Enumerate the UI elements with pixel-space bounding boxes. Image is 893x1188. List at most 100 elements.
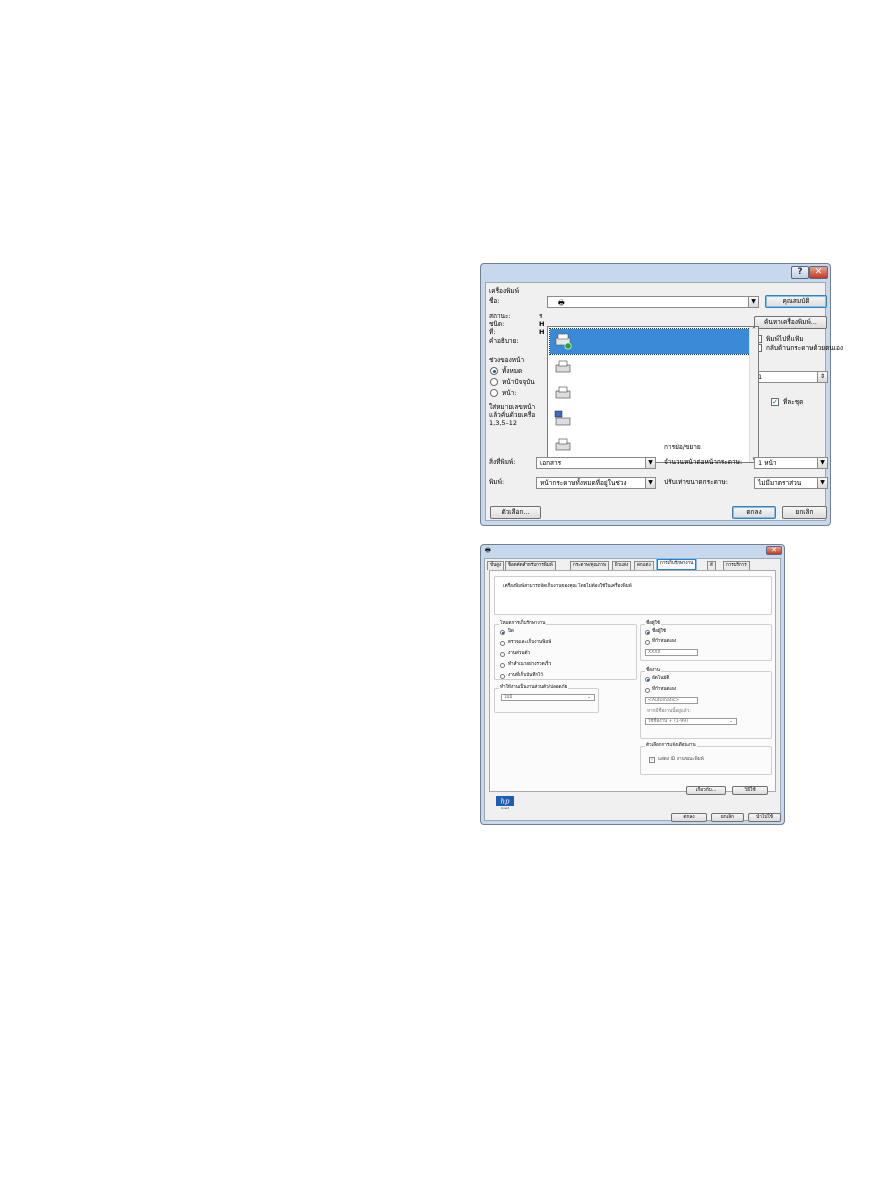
description-text: เครื่องพิมพ์สามารถจัดเก็บงานของคุณ โดยไม… <box>503 584 632 589</box>
range-pages-radio[interactable] <box>490 389 498 397</box>
notification-checkbox[interactable]: ✓ <box>649 757 655 763</box>
job-name-field[interactable]: <Automatic> <box>645 697 698 704</box>
type-label: ชนิด: <box>489 320 505 328</box>
chevron-down-icon[interactable]: ⌄ <box>729 719 733 725</box>
range-all-radio[interactable] <box>490 367 498 375</box>
mode-proof-label: ตรวจและเก็บงานพิมพ์ <box>508 640 552 645</box>
help-button[interactable]: ? <box>791 266 809 279</box>
type-value: H <box>539 320 545 328</box>
user-name-label: ชื่อผู้ใช้ <box>645 621 661 627</box>
notification-check-label: แสดง ID งานขณะพิมพ์ <box>658 757 704 762</box>
spinner-icon[interactable]: ⇕ <box>817 372 827 382</box>
tab-paper-quality[interactable]: กระดาษ/คุณภาพ <box>570 561 610 570</box>
printer-option-4[interactable] <box>550 407 750 432</box>
tab-shortcuts[interactable]: ช็อตคัตสำหรับการพิมพ์ <box>505 561 556 570</box>
help-button[interactable]: วิธีใช้ <box>732 786 768 795</box>
page-range-label: ช่วงของหน้า <box>489 356 525 364</box>
job-name-custom-label: ที่กำหนดเอง <box>652 687 677 692</box>
pages-per-sheet-select[interactable]: 1 หน้า ▼ <box>754 457 828 469</box>
close-button[interactable]: ✕ <box>809 266 828 279</box>
printer-icon <box>555 386 571 399</box>
close-button[interactable]: ✕ <box>766 546 782 555</box>
cancel-button[interactable]: ยกเลิก <box>711 813 744 822</box>
about-button[interactable]: เกี่ยวกับ... <box>686 786 726 795</box>
job-name-auto-radio[interactable] <box>645 677 650 682</box>
user-name-default-radio[interactable] <box>645 630 650 635</box>
hp-logo-text: hp <box>501 798 511 806</box>
where-label: ที่: <box>489 328 496 336</box>
print-select[interactable]: หน้ากระดาษทั้งหมดที่อยู่ในช่วง ▼ <box>536 477 656 489</box>
printer-icon <box>555 360 571 373</box>
mode-off-label: ปิด <box>508 629 514 634</box>
print-what-select[interactable]: เอกสาร ▼ <box>536 457 656 469</box>
hp-logo: hp invent <box>496 796 514 809</box>
print-dialog: ? ✕ เครื่องพิมพ์ ชื่อ: 🖶 ▼ คุณสมบัติ สถา… <box>480 263 843 526</box>
default-printer-icon <box>555 333 572 350</box>
job-storage-mode-group: โหมดการเก็บรักษางาน ปิด ตรวจและเก็บงานพิ… <box>494 621 637 680</box>
print-value: หน้ากระดาษทั้งหมดที่อยู่ในช่วง <box>540 479 627 487</box>
job-name-custom-radio[interactable] <box>645 688 650 693</box>
job-name-label: ชื่องาน <box>645 668 661 674</box>
comment-label: คำอธิบาย: <box>489 337 519 345</box>
properties-dialog: 🖶 ✕ ขั้นสูง ช็อตคัตสำหรับการพิมพ์ กระดาษ… <box>480 544 785 825</box>
print-what-label: สิ่งที่พิมพ์: <box>489 458 516 466</box>
private-job-select[interactable]: ไม่มี ⌄ <box>501 694 595 701</box>
printer-option-2[interactable] <box>550 355 750 380</box>
notification-label: ตัวเลือกการแจ้งเตือนงาน <box>645 743 697 749</box>
chevron-down-icon[interactable]: ⌄ <box>587 695 591 701</box>
range-current-radio[interactable] <box>490 378 498 386</box>
chevron-down-icon[interactable]: ▼ <box>817 478 827 488</box>
collate-label: ที่ละชุด <box>783 398 804 406</box>
job-name-exists-value: ใช้ชื่องาน + (1-99) <box>648 719 688 724</box>
apply-button[interactable]: นำไปใช้ <box>748 813 781 822</box>
collate-checkbox[interactable]: ✓ <box>771 398 779 406</box>
job-storage-mode-label: โหมดการเก็บรักษางาน <box>499 621 547 627</box>
status-value: ร <box>539 312 543 320</box>
tab-effects[interactable]: ผิวแต่ง <box>612 561 632 570</box>
find-printer-button[interactable]: ค้นหาเครื่องพิมพ์... <box>754 316 827 329</box>
tab-services[interactable]: การบริการ <box>723 561 750 570</box>
printer-option-5[interactable] <box>550 433 750 458</box>
job-name-exists-select[interactable]: ใช้ชื่องาน + (1-99) ⌄ <box>645 718 737 725</box>
mode-stored-label: งานที่เก็บบันทึกไว้ <box>508 673 544 678</box>
scale-select[interactable]: ไม่มีมาตราส่วน ▼ <box>754 477 828 489</box>
chevron-down-icon[interactable]: ▼ <box>645 478 655 488</box>
options-button[interactable]: ตัวเลือก... <box>490 506 541 519</box>
range-pages-label: หน้า: <box>502 389 517 397</box>
printer-group-label: เครื่องพิมพ์ <box>489 287 519 295</box>
job-storage-panel: เครื่องพิมพ์สามารถจัดเก็บงานของคุณ โดยไม… <box>489 570 776 795</box>
job-name-auto-label: อัตโนมัติ <box>652 676 670 681</box>
dropdown-scrollbar[interactable]: ^ v <box>749 327 758 462</box>
printer-option-3[interactable] <box>550 381 750 406</box>
description-box: เครื่องพิมพ์สามารถจัดเก็บงานของคุณ โดยไม… <box>494 576 772 615</box>
tab-advanced[interactable]: ขั้นสูง <box>487 561 505 570</box>
properties-button[interactable]: คุณสมบัติ <box>765 295 827 308</box>
printer-name-label: ชื่อ: <box>489 297 500 305</box>
print-dialog-titlebar: ? ✕ <box>481 264 830 281</box>
tab-color[interactable]: สี <box>707 561 716 570</box>
where-value: H <box>539 328 545 336</box>
printer-dropdown-list[interactable]: ^ v <box>547 326 759 463</box>
cancel-button[interactable]: ยกเลิก <box>782 506 827 519</box>
ok-button[interactable]: ตกลง <box>671 813 707 822</box>
user-name-field[interactable]: XXXX <box>645 649 698 656</box>
mode-proof-radio[interactable] <box>500 641 505 646</box>
ok-button[interactable]: ตกลง <box>732 506 776 519</box>
mode-stored-radio[interactable] <box>500 674 505 679</box>
mode-personal-radio[interactable] <box>500 652 505 657</box>
tab-finishing[interactable]: ตกแต่ง <box>634 561 654 570</box>
hp-tagline: invent <box>501 806 509 809</box>
chevron-down-icon[interactable]: ▼ <box>817 458 827 468</box>
printer-small-icon: 🖶 <box>558 299 565 307</box>
user-name-custom-radio[interactable] <box>645 640 650 645</box>
scroll-up-icon[interactable]: ^ <box>750 327 758 333</box>
printer-name-select[interactable]: 🖶 ▼ <box>547 296 759 308</box>
mode-quick-radio[interactable] <box>500 663 505 668</box>
mode-off-radio[interactable] <box>500 630 505 635</box>
chevron-down-icon[interactable]: ▼ <box>748 297 758 307</box>
scale-value: ไม่มีมาตราส่วน <box>758 479 802 487</box>
tab-job-storage[interactable]: การเก็บรักษางาน <box>657 559 697 570</box>
chevron-down-icon[interactable]: ▼ <box>645 458 655 468</box>
printer-option-default[interactable] <box>549 328 751 355</box>
copies-spinner[interactable]: 1 ⇕ <box>754 371 828 383</box>
